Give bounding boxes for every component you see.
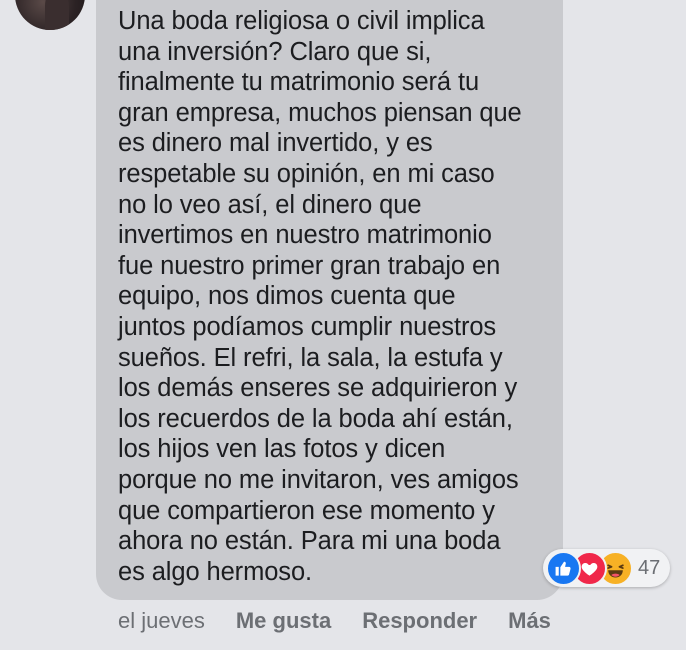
comment-line: respetable su opinión, en mi caso <box>118 159 495 188</box>
like-button[interactable]: Me gusta <box>236 608 331 634</box>
comment-actions: el jueves Me gusta Responder Más <box>118 606 551 636</box>
reactions-summary[interactable]: 47 <box>543 549 671 587</box>
thumbs-up-icon <box>555 561 571 576</box>
avatar[interactable] <box>15 0 85 30</box>
heart-icon <box>581 562 598 576</box>
reply-button[interactable]: Responder <box>362 608 477 634</box>
comment-line: Una boda religiosa o civil implica <box>118 7 485 35</box>
comment-line: sueños. El refri, la sala, la estufa y <box>118 343 503 372</box>
comment-line: los demás enseres se adquirieron y <box>118 374 518 403</box>
comment-line: finalmente tu matrimonio será tu <box>118 68 480 97</box>
comment-line: los recuerdos de la boda ahí están, <box>118 404 513 433</box>
comment-timestamp[interactable]: el jueves <box>118 608 205 634</box>
comment-line: fue nuestro primer gran trabajo en <box>118 251 501 280</box>
comment-line: ahora no están. Para mi una boda <box>118 527 501 556</box>
comment-line: que compartieron ese momento y <box>118 496 495 525</box>
comment-text: Una boda religiosa o civil implica una i… <box>118 6 558 587</box>
avatar-figure <box>45 0 69 30</box>
comment-line: juntos podíamos cumplir nuestros <box>118 312 497 341</box>
comment-line: una inversión? Claro que si, <box>118 37 432 66</box>
like-icon <box>546 550 581 586</box>
comment-line: es algo hermoso. <box>118 557 313 586</box>
comment-line: equipo, nos dimos cuenta que <box>118 282 456 311</box>
comment-line: los hijos ven las fotos y dicen <box>118 435 446 464</box>
more-button[interactable]: Más <box>508 608 551 634</box>
comment-line: es dinero mal invertido, y es <box>118 129 433 158</box>
comment-line: porque no me invitaron, ves amigos <box>118 465 519 494</box>
reaction-count: 47 <box>638 556 661 579</box>
comment-line: invertimos en nuestro matrimonio <box>118 221 492 250</box>
comment-line: no lo veo así, el dinero que <box>118 190 422 219</box>
comment-line: gran empresa, muchos piensan que <box>118 98 522 127</box>
